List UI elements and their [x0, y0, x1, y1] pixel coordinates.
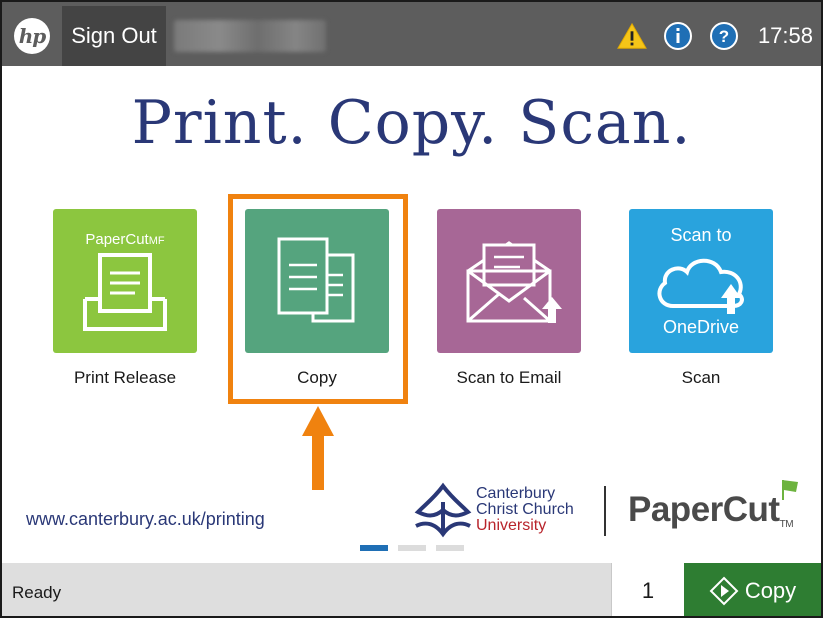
bottom-bar: Ready 1 Copy [2, 563, 821, 616]
copies-count-field[interactable]: 1 [611, 563, 684, 616]
page-dot-2[interactable] [398, 545, 426, 551]
start-diamond-icon [709, 576, 739, 605]
svg-text:?: ? [719, 27, 729, 46]
papercut-logo: PaperCutTM [628, 490, 794, 530]
headline: Print. Copy. Scan. [131, 88, 692, 158]
scan-tile[interactable]: Scan to OneDrive [629, 209, 773, 353]
page-indicator [360, 545, 464, 551]
top-bar: hp Sign Out ? 17:58 [2, 2, 821, 66]
printing-url: www.canterbury.ac.uk/printing [26, 509, 265, 529]
page-dot-3[interactable] [436, 545, 464, 551]
home-button[interactable]: hp [2, 6, 62, 66]
logo-divider [604, 486, 606, 536]
scan-label: Scan [681, 368, 721, 387]
warning-icon[interactable] [616, 20, 648, 52]
print-release-label: Print Release [73, 368, 177, 387]
print-release-tile[interactable]: PaperCutMF [53, 209, 197, 353]
scan-to-text: Scan to [670, 225, 732, 245]
copy-button-label: Copy [744, 577, 797, 603]
printer-screen: hp Sign Out ? 17:58 Print. Copy. Scan. P… [0, 0, 823, 618]
hp-logo-icon: hp [14, 18, 50, 54]
arrow-up-icon [302, 406, 334, 490]
page-dot-1[interactable] [360, 545, 388, 551]
status-text: Ready [12, 583, 62, 602]
copy-start-button[interactable]: Copy [684, 563, 821, 616]
info-icon[interactable] [662, 20, 694, 52]
print-tray-icon [83, 253, 167, 331]
papercut-flag-icon [782, 480, 798, 500]
papercut-mf-brand: PaperCutMF [85, 231, 165, 248]
status-area: ? 17:58 [616, 6, 813, 66]
envelope-icon [466, 241, 562, 323]
university-name: Canterbury Christ Church University [476, 485, 574, 534]
sign-out-button[interactable]: Sign Out [62, 6, 166, 66]
clock: 17:58 [757, 23, 813, 48]
cloud-upload-icon [657, 258, 744, 314]
cccu-crest-icon [414, 482, 472, 538]
selection-highlight [228, 194, 408, 404]
help-icon[interactable]: ? [708, 20, 740, 52]
scan-to-email-label: Scan to Email [456, 368, 562, 387]
scan-to-email-tile[interactable] [437, 209, 581, 353]
onedrive-text: OneDrive [662, 317, 740, 337]
user-name-redacted [174, 20, 326, 52]
